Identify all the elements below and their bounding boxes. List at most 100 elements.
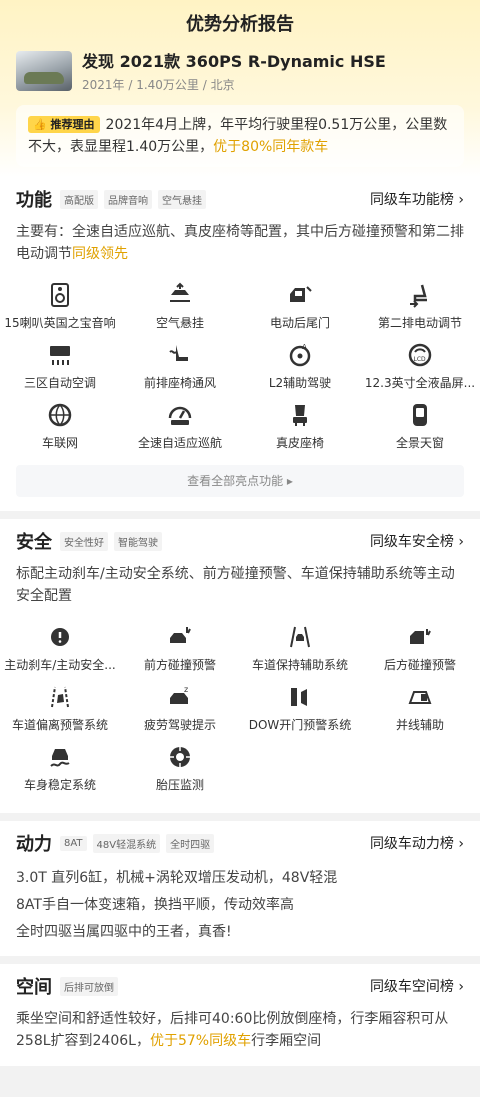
space-desc: 乘坐空间和舒适性较好，后排可40:60比例放倒座椅，行李厢容积可从258L扩容到… (16, 1011, 449, 1049)
function-feature-item[interactable]: LCD 12.3英寸全液晶屏... (360, 341, 480, 401)
safety-feature-item[interactable]: 主动刹车/主动安全... (0, 623, 120, 683)
feature-label: 车道偏离预警系统 (11, 718, 108, 732)
feature-label: 车身稳定系统 (23, 778, 96, 792)
steering-assist-icon: A (286, 341, 314, 369)
connected-car-icon (46, 401, 74, 429)
feature-label: 真皮座椅 (275, 436, 324, 450)
feature-label: 后方碰撞预警 (383, 658, 456, 672)
tag: 智能驾驶 (114, 531, 162, 551)
tailgate-icon (286, 281, 314, 309)
feature-label: 空气悬挂 (155, 316, 204, 330)
safety-feature-item[interactable]: 并线辅助 (360, 683, 480, 743)
safety-feature-item[interactable]: z 疲劳驾驶提示 (120, 683, 240, 743)
lcd-screen-icon: LCD (406, 341, 434, 369)
cruise-control-icon (166, 401, 194, 429)
tag: 8AT (60, 835, 87, 851)
car-name: 发现 2021款 360PS R-Dynamic HSE (82, 52, 386, 71)
tag: 全时四驱 (166, 833, 215, 853)
rear-collision-icon (406, 623, 434, 651)
power-title: 动力 (16, 834, 52, 855)
feature-label: 前排座椅通风 (143, 376, 216, 390)
feature-label: DOW开门预警系统 (248, 718, 352, 732)
feature-label: 12.3英寸全液晶屏... (364, 376, 476, 390)
svg-text:A: A (302, 343, 307, 351)
function-feature-item[interactable]: 全速自适应巡航 (120, 401, 240, 461)
feature-label: 车道保持辅助系统 (251, 658, 348, 672)
function-feature-item[interactable]: 前排座椅通风 (120, 341, 240, 401)
blind-spot-icon (406, 683, 434, 711)
svg-text:z: z (184, 685, 188, 694)
power-line: 全时四驱当属四驱中的王者，真香! (16, 924, 232, 940)
feature-label: 主动刹车/主动安全... (4, 658, 116, 672)
seat-adjust-icon (406, 281, 434, 309)
safety-feature-item[interactable]: 车道保持辅助系统 (240, 623, 360, 683)
lane-departure-icon (46, 683, 74, 711)
feature-label: 第二排电动调节 (377, 316, 462, 330)
page-title: 优势分析报告 (186, 14, 294, 35)
power-rank-link[interactable]: 同级车动力榜 › (370, 833, 464, 853)
climate-icon (46, 341, 74, 369)
sunroof-icon (406, 401, 434, 429)
fatigue-icon: z (166, 683, 194, 711)
space-rank-link[interactable]: 同级车空间榜 › (370, 976, 464, 996)
speaker-icon (46, 281, 74, 309)
tag: 48V轻混系统 (92, 833, 161, 853)
function-feature-item[interactable]: 全景天窗 (360, 401, 480, 461)
safety-feature-item[interactable]: 前方碰撞预警 (120, 623, 240, 683)
safety-rank-link[interactable]: 同级车安全榜 › (370, 531, 464, 551)
function-feature-item[interactable]: 15喇叭英国之宝音响 (0, 281, 120, 341)
safety-feature-item[interactable]: 车身稳定系统 (0, 743, 120, 803)
safety-desc: 标配主动刹车/主动安全系统、前方碰撞预警、车道保持辅助系统等主动安全配置 (16, 566, 455, 604)
air-suspension-icon (166, 281, 194, 309)
lane-keep-icon (286, 623, 314, 651)
seat-ventilation-icon (166, 341, 194, 369)
space-title: 空间 (16, 977, 52, 998)
safety-feature-item[interactable]: 后方碰撞预警 (360, 623, 480, 683)
safety-feature-item[interactable]: DOW开门预警系统 (240, 683, 360, 743)
thumbs-up-badge: 👍 推荐理由 (28, 116, 100, 133)
feature-label: 15喇叭英国之宝音响 (4, 316, 116, 330)
feature-label: L2辅助驾驶 (268, 376, 332, 390)
function-rank-link[interactable]: 同级车功能榜 › (370, 189, 464, 209)
function-feature-item[interactable]: 电动后尾门 (240, 281, 360, 341)
feature-label: 并线辅助 (395, 718, 444, 732)
car-thumbnail (16, 50, 72, 91)
car-summary[interactable]: 发现 2021款 360PS R-Dynamic HSE 2021年 / 1.4… (16, 48, 464, 93)
function-section: 功能 高配版 品牌音响 空气悬挂 同级车功能榜 › 主要有：全速自适应巡航、真皮… (0, 177, 480, 511)
function-feature-item[interactable]: 真皮座椅 (240, 401, 360, 461)
feature-label: 前方碰撞预警 (143, 658, 216, 672)
function-feature-item[interactable]: 三区自动空调 (0, 341, 120, 401)
function-desc: 主要有：全速自适应巡航、真皮座椅等配置，其中后方碰撞预警和第二排电动调节同级领先 (16, 224, 464, 262)
tag: 安全性好 (60, 531, 108, 551)
safety-section: 安全 安全性好 智能驾驶 同级车安全榜 › 标配主动刹车/主动安全系统、前方碰撞… (0, 519, 480, 813)
feature-label: 电动后尾门 (269, 316, 330, 330)
tag: 空气悬挂 (158, 189, 206, 209)
feature-label: 疲劳驾驶提示 (143, 718, 216, 732)
power-line: 3.0T 直列6缸，机械+涡轮双增压发动机，48V轻混 (16, 870, 338, 886)
leather-seat-icon (286, 401, 314, 429)
recommend-reason: 👍 推荐理由 2021年4月上牌，年平均行驶里程0.51万公里，公里数不大，表显里… (16, 105, 464, 167)
tag: 品牌音响 (104, 189, 152, 209)
door-warning-icon (286, 683, 314, 711)
view-all-features-button[interactable]: 查看全部亮点功能 ▸ (16, 465, 464, 497)
feature-label: 全景天窗 (395, 436, 444, 450)
car-meta: 2021年 / 1.40万公里 / 北京 (82, 78, 235, 92)
tire-pressure-icon (166, 743, 194, 771)
power-section: 动力 8AT 48V轻混系统 全时四驱 同级车动力榜 › 3.0T 直列6缸，机… (0, 821, 480, 956)
function-feature-item[interactable]: A L2辅助驾驶 (240, 341, 360, 401)
function-feature-item[interactable]: 车联网 (0, 401, 120, 461)
safety-feature-item[interactable]: 胎压监测 (120, 743, 240, 803)
safety-title: 安全 (16, 532, 52, 553)
reco-highlight: 优于80%同年款车 (213, 139, 329, 155)
brake-warning-icon (46, 623, 74, 651)
feature-label: 车联网 (41, 436, 78, 450)
feature-label: 三区自动空调 (23, 376, 96, 390)
function-feature-item[interactable]: 第二排电动调节 (360, 281, 480, 341)
safety-feature-item[interactable]: 车道偏离预警系统 (0, 683, 120, 743)
front-collision-icon (166, 623, 194, 651)
tag: 高配版 (60, 189, 98, 209)
function-title: 功能 (16, 190, 52, 211)
feature-label: 胎压监测 (155, 778, 204, 792)
report-header: 优势分析报告 发现 2021款 360PS R-Dynamic HSE 2021… (0, 0, 480, 177)
function-feature-item[interactable]: 空气悬挂 (120, 281, 240, 341)
